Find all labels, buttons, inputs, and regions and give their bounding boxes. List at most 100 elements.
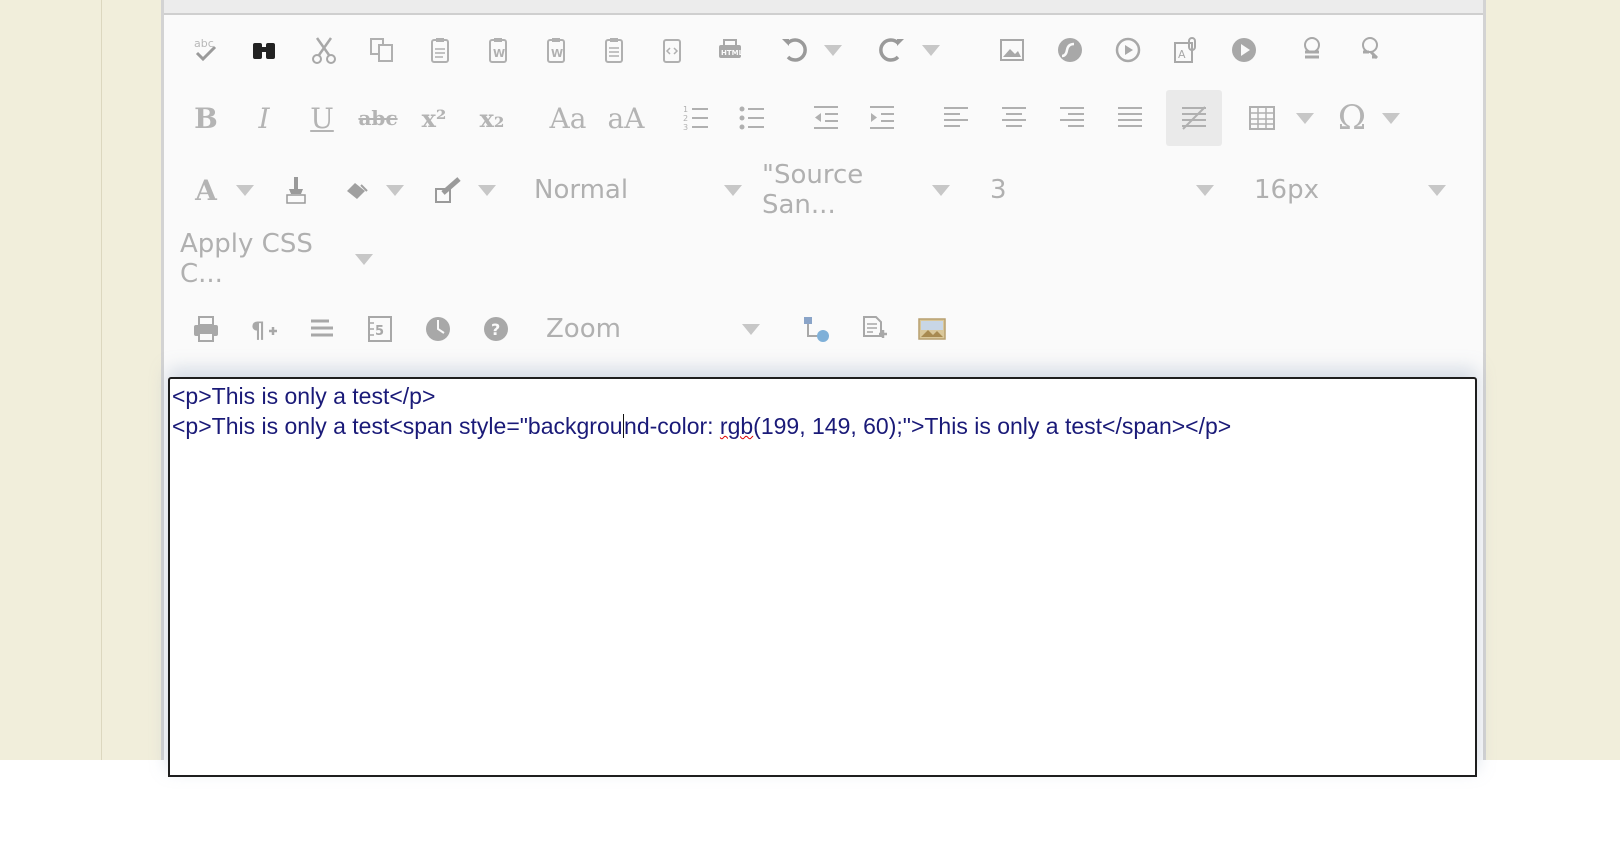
font-color-dropdown-arrow[interactable] xyxy=(236,185,254,196)
align-left-icon[interactable] xyxy=(934,96,978,140)
find-binoculars-icon[interactable] xyxy=(242,28,286,72)
spellcheck-icon[interactable]: abc xyxy=(184,28,228,72)
special-characters-dropdown-arrow[interactable] xyxy=(1382,113,1400,124)
special-characters-button[interactable]: Ω xyxy=(1330,96,1374,140)
paste-word-alt-icon[interactable]: W xyxy=(534,28,578,72)
css-class-dropdown[interactable]: Apply CSS C... xyxy=(180,229,355,289)
justify-icon[interactable] xyxy=(1108,96,1152,140)
remove-link-icon[interactable] xyxy=(1348,28,1392,72)
paste-word-icon[interactable]: W xyxy=(476,28,520,72)
toolbar-row-4: Apply CSS C... xyxy=(164,229,1483,289)
cut-icon[interactable] xyxy=(302,28,346,72)
increase-indent-icon[interactable] xyxy=(860,96,904,140)
source-line-2-part-3: (199, 149, 60);">This is only a test</sp… xyxy=(753,413,1232,439)
font-color-label: A xyxy=(195,173,217,207)
print-icon[interactable] xyxy=(184,307,228,351)
bold-button[interactable]: B xyxy=(184,96,228,140)
font-size-value: 3 xyxy=(990,175,1007,205)
svg-text:2: 2 xyxy=(683,114,688,123)
left-column-divider xyxy=(101,0,102,760)
lowercase-button[interactable]: Aa xyxy=(546,96,590,140)
spellcheck-misspelled-word[interactable]: rgb xyxy=(720,413,753,439)
copy-icon[interactable] xyxy=(360,28,404,72)
insert-template-icon[interactable] xyxy=(852,307,896,351)
superscript-button[interactable]: x² xyxy=(412,96,456,140)
sitemap-icon[interactable] xyxy=(794,307,838,351)
css-class-arrow[interactable] xyxy=(355,254,373,265)
svg-text:A: A xyxy=(1178,48,1186,61)
insert-flash-icon[interactable] xyxy=(1048,28,1092,72)
paste-text-icon[interactable] xyxy=(592,28,636,72)
undo-dropdown-arrow[interactable] xyxy=(824,45,842,56)
decrease-indent-icon[interactable] xyxy=(804,96,848,140)
table-dropdown-arrow[interactable] xyxy=(1296,113,1314,124)
toolbar-row-3: A Normal "Source San... 3 16px xyxy=(164,160,1483,220)
toolbar-row-2: B I U abc x² x₂ Aa aA 123 Ω xyxy=(164,90,1483,146)
redo-dropdown-arrow[interactable] xyxy=(922,45,940,56)
source-line-2-part-1: <p>This is only a test<span style="backg… xyxy=(172,413,623,439)
paragraph-format-arrow[interactable] xyxy=(724,185,742,196)
eraser-dropdown-arrow[interactable] xyxy=(386,185,404,196)
uppercase-label: aA xyxy=(607,101,645,135)
paste-code-icon[interactable] xyxy=(650,28,694,72)
bold-label: B xyxy=(194,101,218,135)
svg-text:3: 3 xyxy=(683,123,688,132)
svg-text:W: W xyxy=(551,47,563,60)
format-painter-icon[interactable] xyxy=(426,168,470,212)
bullet-list-icon[interactable] xyxy=(730,96,774,140)
paragraph-format-dropdown[interactable]: Normal xyxy=(534,165,724,215)
format-painter-dropdown-arrow[interactable] xyxy=(478,185,496,196)
html-source-editor[interactable]: <p>This is only a test</p> <p>This is on… xyxy=(168,377,1477,777)
align-center-icon[interactable] xyxy=(992,96,1036,140)
insert-table-icon[interactable] xyxy=(1240,96,1284,140)
toolbar-row-1: abc W W HTML A xyxy=(164,25,1483,75)
toolbar-row-5: ¶ 5 ? Zoom xyxy=(164,304,1483,354)
font-name-dropdown[interactable]: "Source San... xyxy=(762,160,932,220)
font-name-arrow[interactable] xyxy=(932,185,950,196)
remove-alignment-icon[interactable] xyxy=(1166,90,1222,146)
html5-form-icon[interactable]: 5 xyxy=(358,307,402,351)
insert-video-icon[interactable] xyxy=(1222,28,1266,72)
svg-text:¶: ¶ xyxy=(251,319,265,344)
real-font-size-dropdown[interactable]: 16px xyxy=(1254,165,1394,215)
font-size-dropdown[interactable]: 3 xyxy=(990,165,1160,215)
svg-text:HTML: HTML xyxy=(721,49,744,57)
redo-icon[interactable] xyxy=(870,28,914,72)
insert-link-icon[interactable] xyxy=(1290,28,1334,72)
numbered-list-icon[interactable]: 123 xyxy=(674,96,718,140)
uppercase-button[interactable]: aA xyxy=(604,96,648,140)
background-color-icon[interactable] xyxy=(274,168,318,212)
undo-icon[interactable] xyxy=(772,28,816,72)
italic-button[interactable]: I xyxy=(242,96,286,140)
horizontal-rule-icon[interactable] xyxy=(300,307,344,351)
help-icon[interactable]: ? xyxy=(474,307,518,351)
svg-text:1: 1 xyxy=(683,105,688,114)
image-gallery-icon[interactable] xyxy=(910,307,954,351)
paste-icon[interactable] xyxy=(418,28,462,72)
insert-document-icon[interactable]: A xyxy=(1164,28,1208,72)
real-font-size-arrow[interactable] xyxy=(1428,185,1446,196)
eraser-icon[interactable] xyxy=(334,168,378,212)
strikethrough-label: abc xyxy=(358,106,398,130)
strikethrough-button[interactable]: abc xyxy=(356,96,400,140)
insert-image-icon[interactable] xyxy=(990,28,1034,72)
omega-label: Ω xyxy=(1337,98,1367,138)
zoom-arrow[interactable] xyxy=(742,324,760,335)
superscript-label: x² xyxy=(421,103,447,133)
italic-label: I xyxy=(258,101,270,135)
svg-text:abc: abc xyxy=(194,37,214,50)
paragraph-marks-icon[interactable]: ¶ xyxy=(242,307,286,351)
underline-button[interactable]: U xyxy=(300,96,344,140)
subscript-button[interactable]: x₂ xyxy=(470,96,514,140)
insert-media-icon[interactable] xyxy=(1106,28,1150,72)
source-line-1: <p>This is only a test</p> xyxy=(172,383,436,409)
font-color-button[interactable]: A xyxy=(184,168,228,212)
font-size-arrow[interactable] xyxy=(1196,185,1214,196)
insert-date-time-icon[interactable] xyxy=(416,307,460,351)
zoom-dropdown[interactable]: Zoom xyxy=(546,304,706,354)
paste-html-icon[interactable]: HTML xyxy=(708,28,752,72)
paragraph-format-value: Normal xyxy=(534,175,629,205)
align-right-icon[interactable] xyxy=(1050,96,1094,140)
source-line-2: <p>This is only a test<span style="backg… xyxy=(172,413,1231,439)
font-name-value: "Source San... xyxy=(762,160,864,220)
